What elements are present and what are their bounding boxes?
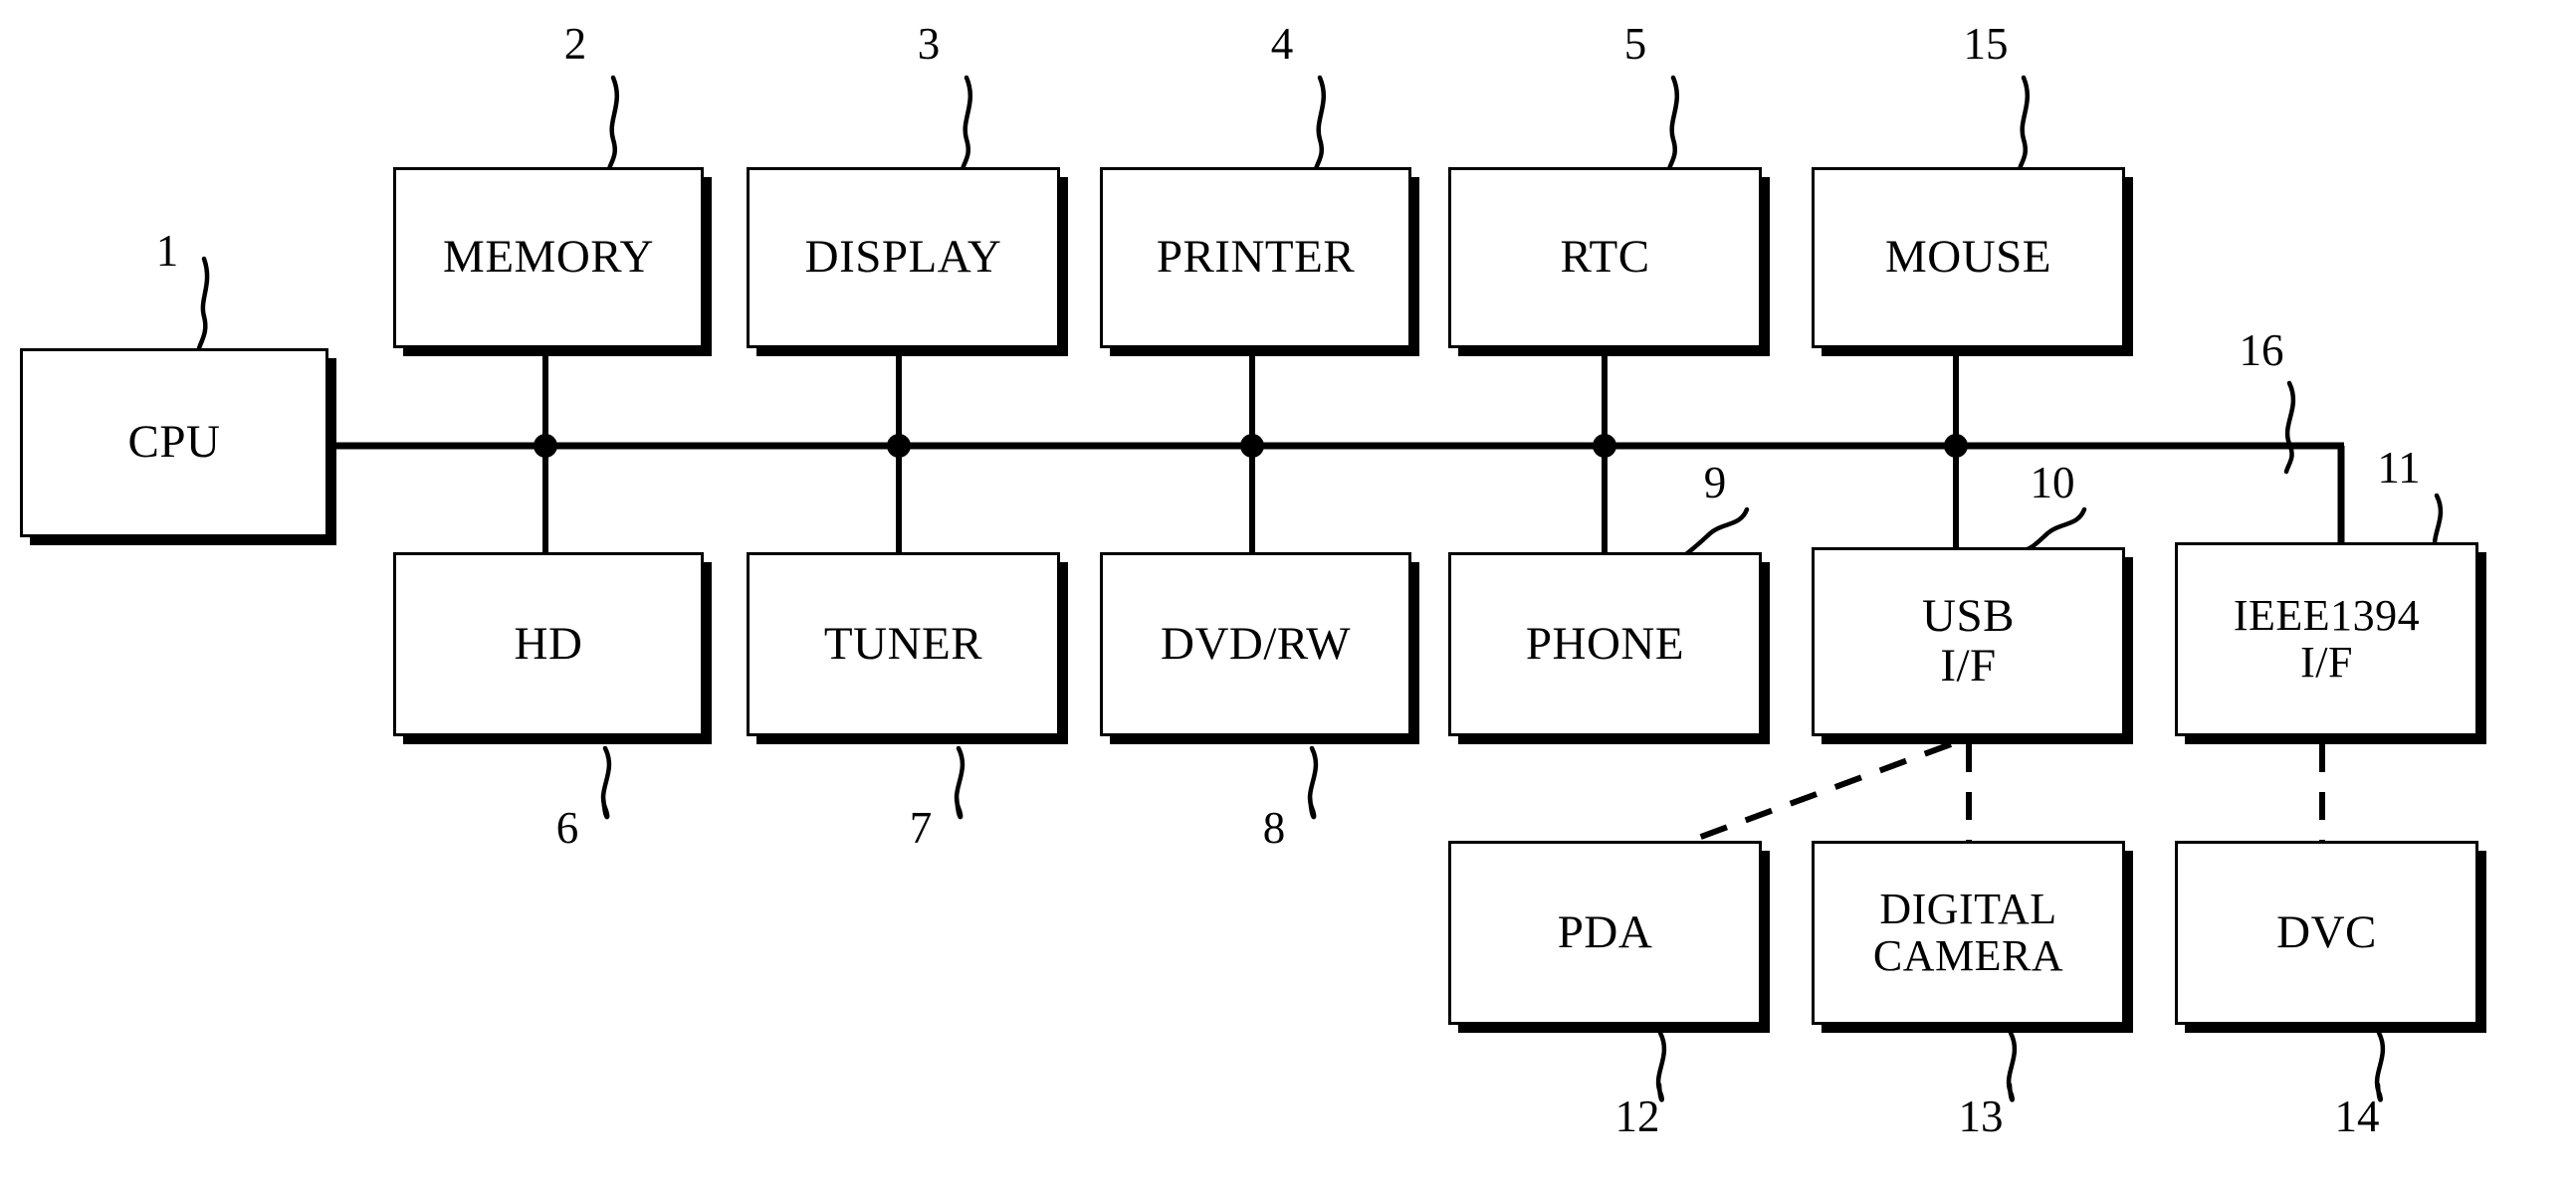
block-pda: PDA <box>1448 841 1762 1025</box>
reference-numeral-14: 14 <box>2334 1092 2380 1141</box>
reference-numeral-9: 9 <box>1703 458 1727 507</box>
reference-numeral-15: 15 <box>1963 19 2009 69</box>
block-rtc: RTC <box>1448 167 1762 348</box>
block-label-mouse: MOUSE <box>1884 231 2052 284</box>
reference-numeral-4: 4 <box>1270 19 1294 69</box>
block-digital-camera: DIGITAL CAMERA <box>1812 841 2125 1025</box>
reference-numeral-1: 1 <box>155 226 179 276</box>
block-label-ieee1394-if: IEEE1394 I/F <box>2233 590 2421 687</box>
reference-numeral-3: 3 <box>917 19 941 69</box>
reference-numeral-8: 8 <box>1262 803 1286 853</box>
leader-13 <box>2006 1030 2018 1102</box>
leader-10 <box>2021 506 2087 553</box>
block-memory: MEMORY <box>393 167 704 348</box>
reference-numeral-2: 2 <box>563 19 587 69</box>
block-ieee1394-if: IEEE1394 I/F <box>2175 542 2478 736</box>
block-dvc: DVC <box>2175 841 2478 1025</box>
leader-5 <box>1666 75 1679 172</box>
block-printer: PRINTER <box>1100 167 1411 348</box>
block-hd: HD <box>393 552 704 736</box>
block-label-usb-if: USB I/F <box>1922 590 2015 692</box>
bus-junction-dot <box>1593 434 1616 458</box>
block-dvdrw: DVD/RW <box>1100 552 1411 736</box>
block-label-printer: PRINTER <box>1156 231 1356 284</box>
block-label-tuner: TUNER <box>823 617 983 670</box>
leader-16 <box>2283 380 2296 475</box>
bus-junction-dot <box>887 434 911 458</box>
leader-2 <box>606 75 619 172</box>
bus-junction-dot <box>534 434 557 458</box>
block-label-display: DISPLAY <box>804 231 1002 284</box>
reference-numeral-16: 16 <box>2239 325 2284 375</box>
block-label-dvc: DVC <box>2276 905 2377 958</box>
reference-numeral-7: 7 <box>909 803 933 853</box>
leader-3 <box>960 75 972 172</box>
block-label-memory: MEMORY <box>443 231 654 284</box>
block-label-rtc: RTC <box>1560 231 1650 284</box>
block-phone: PHONE <box>1448 552 1762 736</box>
bus-junction-dot <box>1240 434 1264 458</box>
block-label-cpu: CPU <box>127 416 221 469</box>
reference-numeral-11: 11 <box>2377 443 2421 493</box>
leader-14 <box>2374 1030 2386 1102</box>
block-tuner: TUNER <box>747 552 1060 736</box>
block-display: DISPLAY <box>747 167 1060 348</box>
leader-9 <box>1683 506 1750 557</box>
block-label-dvdrw: DVD/RW <box>1161 617 1351 670</box>
block-label-digital-camera: DIGITAL CAMERA <box>1872 884 2064 980</box>
block-cpu: CPU <box>20 348 328 537</box>
block-label-hd: HD <box>514 617 583 670</box>
reference-numeral-6: 6 <box>555 803 579 853</box>
wire-usb-pda <box>1680 741 1953 847</box>
leader-4 <box>1313 75 1326 172</box>
reference-numeral-10: 10 <box>2030 458 2075 507</box>
leader-15 <box>2017 75 2030 172</box>
figure-canvas: CPU MEMORY DISPLAY PRINTER RTC MOUSE HD TUNER DV… <box>0 0 2576 1192</box>
bus-junction-dot <box>1944 434 1968 458</box>
block-usb-if: USB I/F <box>1812 547 2125 736</box>
reference-numeral-5: 5 <box>1623 19 1647 69</box>
block-label-pda: PDA <box>1557 905 1653 958</box>
leader-12 <box>1655 1030 1667 1102</box>
reference-numeral-13: 13 <box>1958 1092 2004 1141</box>
block-mouse: MOUSE <box>1812 167 2125 348</box>
block-label-phone: PHONE <box>1525 617 1685 670</box>
reference-numeral-12: 12 <box>1614 1092 1660 1141</box>
